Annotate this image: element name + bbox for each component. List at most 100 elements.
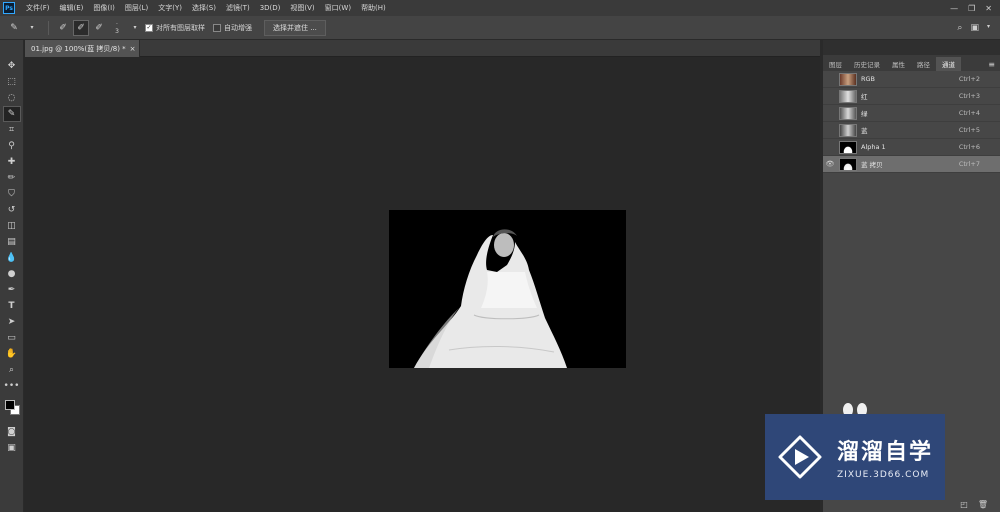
eraser-tool-icon[interactable]: ◫ xyxy=(3,218,21,234)
channel-row-red[interactable]: 红 Ctrl+3 xyxy=(823,88,1000,105)
panel-menu-icon[interactable]: ≡ xyxy=(983,57,1000,71)
menu-edit[interactable]: 编辑(E) xyxy=(55,3,89,13)
quick-mask-icon[interactable]: ◙ xyxy=(3,424,21,440)
maximize-button[interactable]: ❐ xyxy=(968,4,975,13)
marquee-tool-icon[interactable]: ⬚ xyxy=(3,74,21,90)
healing-brush-tool-icon[interactable]: ✚ xyxy=(3,154,21,170)
panel-tab-bar: 图层 历史记录 属性 路径 通道 ≡ xyxy=(823,55,1000,71)
workspace-icon[interactable]: ▣ xyxy=(970,23,979,33)
play-logo-icon xyxy=(778,435,822,479)
canvas-area[interactable] xyxy=(25,57,820,512)
menu-window[interactable]: 窗口(W) xyxy=(320,3,356,13)
channel-shortcut: Ctrl+4 xyxy=(958,109,980,117)
watermark-badge: 溜溜自学 ZIXUE.3D66.COM xyxy=(765,414,945,500)
channel-name: 绿 xyxy=(861,110,868,118)
bride-silhouette xyxy=(414,229,567,368)
eye-icon[interactable]: 👁 xyxy=(823,160,837,168)
menu-image[interactable]: 图像(I) xyxy=(88,3,120,13)
channel-row-blue[interactable]: 蓝 Ctrl+5 xyxy=(823,122,1000,139)
brush-size-picker[interactable]: · 3 xyxy=(109,20,125,36)
document-image[interactable] xyxy=(389,210,626,368)
photoshop-logo: Ps xyxy=(3,2,15,14)
history-brush-tool-icon[interactable]: ↺ xyxy=(3,202,21,218)
gradient-tool-icon[interactable]: ▤ xyxy=(3,234,21,250)
hand-tool-icon[interactable]: ✋ xyxy=(3,346,21,362)
tab-paths[interactable]: 路径 xyxy=(911,57,936,71)
clone-stamp-tool-icon[interactable]: ⛉ xyxy=(3,186,21,202)
quick-select-tool-preset-icon[interactable]: ✎ xyxy=(6,20,22,36)
tab-history[interactable]: 历史记录 xyxy=(848,57,886,71)
auto-enhance-checkbox[interactable] xyxy=(213,23,221,32)
watermark-title: 溜溜自学 xyxy=(837,440,934,465)
new-channel-icon[interactable]: ◰ xyxy=(960,500,968,509)
menu-3d[interactable]: 3D(D) xyxy=(255,4,286,12)
dodge-tool-icon[interactable]: ● xyxy=(3,266,21,282)
zoom-tool-icon[interactable]: ⌕ xyxy=(3,362,21,378)
menu-file[interactable]: 文件(F) xyxy=(21,3,55,13)
photoshop-window: Ps 文件(F) 编辑(E) 图像(I) 图层(L) 文字(Y) 选择(S) 滤… xyxy=(0,0,1000,512)
lasso-tool-icon[interactable]: ◌ xyxy=(3,90,21,106)
document-tab[interactable]: 01.jpg @ 100%(蓝 拷贝/8) * × xyxy=(25,40,140,57)
pen-tool-icon[interactable]: ✒ xyxy=(3,282,21,298)
subtract-from-selection-brush-icon[interactable]: ✐ xyxy=(91,20,107,36)
watermark-ears-icon xyxy=(843,403,867,414)
document-tab-bar xyxy=(25,40,820,57)
new-selection-brush-icon[interactable]: ✐ xyxy=(55,20,71,36)
chevron-down-icon[interactable]: ▾ xyxy=(24,20,40,36)
sample-all-layers-checkbox[interactable]: ✓ xyxy=(145,23,153,32)
path-selection-tool-icon[interactable]: ➤ xyxy=(3,314,21,330)
options-bar: ✎ ▾ ✐ ✐ ✐ · 3 ▾ ✓ 对所有图层取样 自动增强 选择并遮住 ...… xyxy=(0,16,1000,40)
rectangle-tool-icon[interactable]: ▭ xyxy=(3,330,21,346)
trash-icon[interactable]: 🗑 xyxy=(978,500,988,509)
menu-filter[interactable]: 滤镜(T) xyxy=(221,3,255,13)
auto-enhance-label: 自动增强 xyxy=(224,23,252,32)
screen-mode-icon[interactable]: ▣ xyxy=(3,440,21,456)
channel-name: RGB xyxy=(861,75,876,83)
tab-channels[interactable]: 通道 xyxy=(936,57,961,71)
color-swatches[interactable] xyxy=(3,398,21,418)
tab-properties[interactable]: 属性 xyxy=(886,57,911,71)
watermark-text: 溜溜自学 ZIXUE.3D66.COM xyxy=(837,434,933,480)
blur-tool-icon[interactable]: 💧 xyxy=(3,250,21,266)
document-tab-title: 01.jpg @ 100%(蓝 拷贝/8) * xyxy=(31,44,126,53)
crop-tool-icon[interactable]: ⌗ xyxy=(3,122,21,138)
channel-thumbnail xyxy=(839,106,857,120)
quick-selection-tool-icon[interactable]: ✎ xyxy=(2,106,21,122)
minimize-button[interactable]: — xyxy=(950,4,958,13)
tools-panel: ✥ ⬚ ◌ ✎ ⌗ ⚲ ✚ ✏ ⛉ ↺ ◫ ▤ 💧 ● ✒ T ➤ ▭ ✋ ⌕ … xyxy=(0,40,24,512)
foreground-color-swatch[interactable] xyxy=(4,400,15,410)
search-icon[interactable]: ⌕ xyxy=(957,23,962,33)
tab-layers[interactable]: 图层 xyxy=(823,57,848,71)
channel-row-alpha-1[interactable]: Alpha 1 Ctrl+6 xyxy=(823,139,1000,156)
menu-layer[interactable]: 图层(L) xyxy=(120,3,153,13)
sample-all-layers-label: 对所有图层取样 xyxy=(156,23,205,32)
channel-thumbnail xyxy=(839,72,857,86)
menu-help[interactable]: 帮助(H) xyxy=(356,3,391,13)
chevron-down-icon[interactable]: ▾ xyxy=(127,20,143,36)
select-and-mask-button[interactable]: 选择并遮住 ... xyxy=(264,19,326,36)
type-tool-icon[interactable]: T xyxy=(3,298,21,314)
panel-header xyxy=(823,40,1000,55)
channel-row-green[interactable]: 绿 Ctrl+4 xyxy=(823,105,1000,122)
channel-row-rgb[interactable]: RGB Ctrl+2 xyxy=(823,71,1000,88)
channel-shortcut: Ctrl+7 xyxy=(958,160,980,168)
channel-shortcut: Ctrl+2 xyxy=(958,75,980,83)
move-tool-icon[interactable]: ✥ xyxy=(3,58,21,74)
channel-thumbnail xyxy=(839,123,857,137)
brush-tool-icon[interactable]: ✏ xyxy=(3,170,21,186)
menu-select[interactable]: 选择(S) xyxy=(187,3,221,13)
channel-thumbnail xyxy=(839,157,857,171)
divider xyxy=(48,20,49,35)
more-tools-icon[interactable]: ••• xyxy=(3,378,21,394)
add-to-selection-brush-icon[interactable]: ✐ xyxy=(73,19,89,36)
watermark-url: ZIXUE.3D66.COM xyxy=(837,470,930,480)
close-tab-icon[interactable]: × xyxy=(130,45,136,53)
channel-name: Alpha 1 xyxy=(861,143,886,151)
menu-type[interactable]: 文字(Y) xyxy=(153,3,187,13)
chevron-down-icon[interactable]: ▾ xyxy=(987,23,990,33)
menu-view[interactable]: 视图(V) xyxy=(285,3,319,13)
channel-row-blue-copy[interactable]: 👁 蓝 拷贝 Ctrl+7 xyxy=(823,156,1000,173)
options-right: ⌕ ▣ ▾ xyxy=(957,23,1000,33)
eyedropper-tool-icon[interactable]: ⚲ xyxy=(3,138,21,154)
close-button[interactable]: ✕ xyxy=(985,4,992,13)
